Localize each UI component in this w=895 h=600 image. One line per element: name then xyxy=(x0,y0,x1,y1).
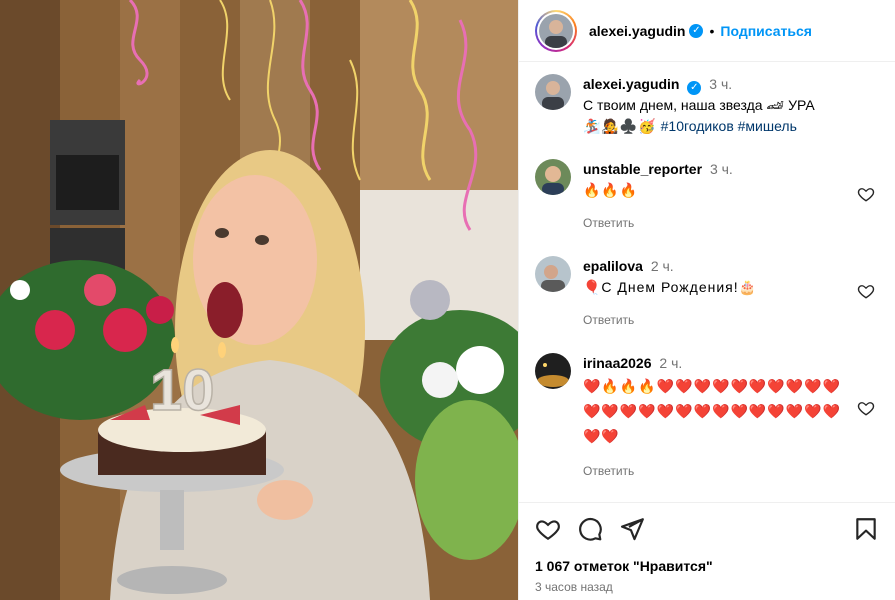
like-heart-icon[interactable] xyxy=(535,516,561,542)
likes-count[interactable]: 1 067 отметок "Нравится" xyxy=(519,554,895,578)
author-avatar-ring[interactable] xyxy=(535,9,577,52)
comment-text: 🔥🔥🔥 xyxy=(583,182,639,198)
caption-emojis: 🏂🧑‍🎤♣️🥳 xyxy=(583,118,657,134)
reply-button[interactable]: Ответить xyxy=(583,461,879,482)
caption-verified-icon: ✓ xyxy=(687,81,702,95)
like-comment-heart-icon[interactable] xyxy=(857,185,875,203)
post-photo[interactable]: 10 xyxy=(0,0,518,600)
author-username[interactable]: alexei.yagudin xyxy=(589,23,685,39)
comment-avatar[interactable] xyxy=(535,256,571,292)
comment-row: epalilova 2 ч. 🎈С Днем Рождения!🎂 Ответи… xyxy=(535,256,879,331)
like-comment-heart-icon[interactable] xyxy=(857,399,875,417)
reply-button[interactable]: Ответить xyxy=(583,213,879,234)
comment-username[interactable]: irinaa2026 xyxy=(583,355,652,371)
author-avatar xyxy=(539,13,573,48)
caption-hashtags[interactable]: #10годиков #мишель xyxy=(661,118,797,134)
comment-body: epalilova 2 ч. 🎈С Днем Рождения!🎂 Ответи… xyxy=(583,256,879,331)
reply-button[interactable]: Ответить xyxy=(583,310,879,331)
comment-username[interactable]: unstable_reporter xyxy=(583,161,702,177)
follow-button[interactable]: Подписаться xyxy=(720,23,812,39)
caption-row: alexei.yagudin ✓ 3 ч. С твоим днем, наша… xyxy=(535,74,879,137)
caption-avatar[interactable] xyxy=(535,74,571,110)
caption-text: С твоим днем, наша звезда 🏎 УРА xyxy=(583,97,815,113)
comment-row: unstable_reporter 3 ч. 🔥🔥🔥 Ответить xyxy=(535,159,879,234)
comment-time: 3 ч. xyxy=(709,161,733,177)
post-sidebar: alexei.yagudin ✓ • Подписаться alexei.ya… xyxy=(518,0,895,600)
comment-row: irinaa2026 2 ч. ❤️🔥🔥🔥❤️❤️❤️❤️❤️❤️❤️❤️❤️❤… xyxy=(535,353,879,482)
post-actions-bar xyxy=(519,502,895,554)
separator-dot: • xyxy=(709,22,715,39)
comment-bubble-icon[interactable] xyxy=(577,516,603,542)
comment-time: 2 ч. xyxy=(659,355,683,371)
comment-username[interactable]: epalilova xyxy=(583,258,643,274)
caption-body: alexei.yagudin ✓ 3 ч. С твоим днем, наша… xyxy=(583,74,879,137)
comments-list[interactable]: alexei.yagudin ✓ 3 ч. С твоим днем, наша… xyxy=(519,62,895,502)
verified-badge-icon: ✓ xyxy=(689,23,704,38)
comment-body: irinaa2026 2 ч. ❤️🔥🔥🔥❤️❤️❤️❤️❤️❤️❤️❤️❤️❤… xyxy=(583,353,879,482)
candle-number: 10 xyxy=(150,358,215,423)
comment-avatar[interactable] xyxy=(535,353,571,389)
post-timestamp: 3 часов назад xyxy=(535,580,613,594)
comment-text: ❤️🔥🔥🔥❤️❤️❤️❤️❤️❤️❤️❤️❤️❤️❤️❤️❤️❤️❤️❤️❤️❤… xyxy=(583,378,842,444)
comment-time: 2 ч. xyxy=(650,258,674,274)
save-bookmark-icon[interactable] xyxy=(853,516,879,542)
birthday-photo: 10 xyxy=(0,0,518,600)
share-send-icon[interactable] xyxy=(619,516,645,542)
caption-username[interactable]: alexei.yagudin xyxy=(583,76,679,92)
like-comment-heart-icon[interactable] xyxy=(857,282,875,300)
comment-avatar[interactable] xyxy=(535,159,571,195)
comment-text: 🎈С Днем Рождения!🎂 xyxy=(583,279,758,295)
caption-time: 3 ч. xyxy=(709,76,733,92)
comment-body: unstable_reporter 3 ч. 🔥🔥🔥 Ответить xyxy=(583,159,879,234)
post-header: alexei.yagudin ✓ • Подписаться xyxy=(519,0,895,62)
